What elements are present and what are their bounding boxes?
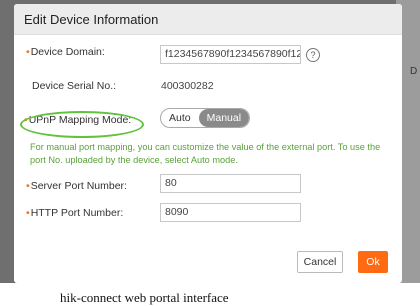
dialog-title: Edit Device Information	[24, 11, 159, 27]
server-port-label: •Server Port Number:	[26, 180, 127, 192]
http-port-input[interactable]: 8090	[160, 203, 301, 222]
question-circle-icon[interactable]: ?	[306, 48, 320, 62]
manual-mapping-hint: For manual port mapping, you can customi…	[30, 142, 381, 165]
http-port-row: •HTTP Port Number:	[26, 207, 123, 219]
server-port-row: •Server Port Number:	[26, 180, 127, 192]
upnp-mode-toggle[interactable]: Auto Manual	[160, 108, 251, 128]
serial-row: Device Serial No.:	[32, 80, 116, 92]
serial-label: Device Serial No.:	[32, 80, 117, 92]
edit-device-dialog: Edit Device Information •Device Domain: …	[14, 4, 402, 283]
upnp-manual-option[interactable]: Manual	[198, 109, 250, 127]
image-caption: hik-connect web portal interface	[60, 290, 229, 305]
serial-value-wrap: 400300282	[161, 80, 214, 92]
device-domain-row: •Device Domain:	[26, 46, 105, 58]
required-marker: •	[26, 180, 30, 192]
background-partial-text: D	[410, 66, 418, 77]
dialog-header: Edit Device Information	[14, 4, 402, 35]
upnp-auto-option[interactable]: Auto	[161, 109, 199, 127]
device-domain-input[interactable]: f1234567890f1234567890f12345	[160, 45, 301, 64]
required-marker: •	[26, 46, 30, 58]
device-domain-label: •Device Domain:	[26, 46, 105, 58]
http-port-label: •HTTP Port Number:	[26, 207, 124, 219]
server-port-input[interactable]: 80	[160, 174, 301, 193]
ok-button[interactable]: Ok	[358, 251, 388, 273]
cancel-button[interactable]: Cancel	[297, 251, 343, 273]
upnp-highlight-annotation	[20, 111, 144, 138]
required-marker: •	[26, 207, 30, 219]
serial-value: 400300282	[161, 80, 214, 92]
